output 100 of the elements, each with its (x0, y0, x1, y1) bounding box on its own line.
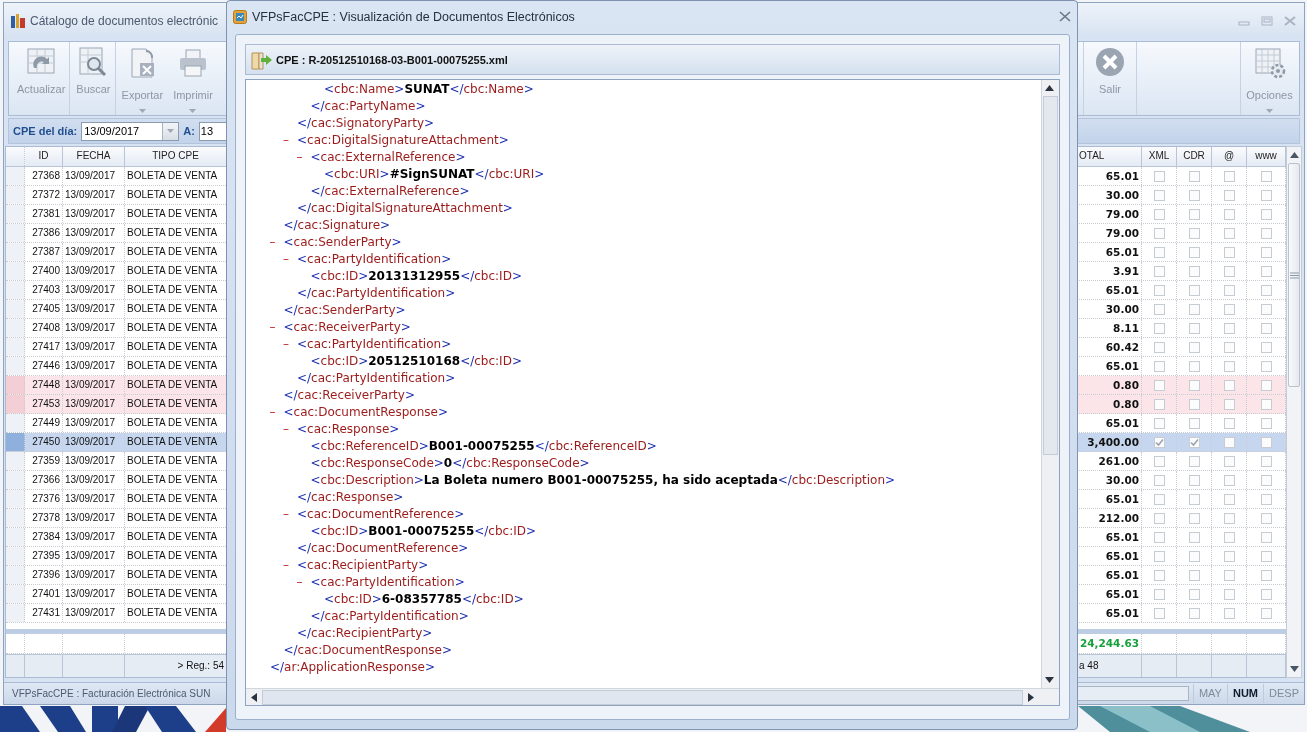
checkbox[interactable] (1223, 474, 1235, 486)
checkbox[interactable] (1223, 531, 1235, 543)
checkbox[interactable] (1223, 246, 1235, 258)
checkbox[interactable] (1260, 417, 1272, 429)
scrollbar-thumb[interactable] (1288, 163, 1300, 388)
checkbox[interactable] (1223, 493, 1235, 505)
checkbox[interactable] (1188, 550, 1200, 562)
row-header[interactable] (6, 376, 25, 395)
checkbox[interactable] (1260, 246, 1272, 258)
checkbox[interactable] (1153, 417, 1165, 429)
checkbox[interactable] (1188, 341, 1200, 353)
column-header[interactable]: XML (1142, 147, 1177, 167)
checkbox[interactable] (1223, 227, 1235, 239)
scrollbar[interactable] (1041, 80, 1059, 688)
checkbox[interactable] (1188, 170, 1200, 182)
checkbox[interactable] (1260, 569, 1272, 581)
close-icon[interactable] (1059, 11, 1071, 22)
close-icon[interactable] (1284, 15, 1296, 26)
checkbox[interactable] (1223, 360, 1235, 372)
checkbox[interactable] (1188, 246, 1200, 258)
row-header[interactable] (6, 452, 25, 471)
checkbox[interactable] (1153, 607, 1165, 619)
checkbox[interactable] (1260, 455, 1272, 467)
row-header[interactable] (6, 167, 25, 186)
checkbox[interactable] (1153, 341, 1165, 353)
checkbox[interactable] (1188, 284, 1200, 296)
checkbox[interactable] (1260, 474, 1272, 486)
checkbox[interactable] (1260, 303, 1272, 315)
checkbox[interactable] (1260, 550, 1272, 562)
checkbox[interactable] (1260, 607, 1272, 619)
checkbox[interactable] (1153, 588, 1165, 600)
checkbox[interactable] (1188, 379, 1200, 391)
checkbox[interactable] (1153, 455, 1165, 467)
checkbox[interactable] (1153, 550, 1165, 562)
row-header[interactable] (6, 433, 25, 452)
checkbox[interactable] (1260, 284, 1272, 296)
checkbox[interactable] (1153, 227, 1165, 239)
checkbox[interactable] (1153, 208, 1165, 220)
checkbox[interactable] (1260, 170, 1272, 182)
checkbox[interactable] (1188, 436, 1200, 448)
row-header[interactable] (6, 585, 25, 604)
checkbox[interactable] (1260, 493, 1272, 505)
row-header[interactable] (6, 547, 25, 566)
checkbox[interactable] (1153, 189, 1165, 201)
column-header[interactable]: CDR (1177, 147, 1212, 167)
row-header[interactable] (6, 262, 25, 281)
checkbox[interactable] (1188, 607, 1200, 619)
row-header[interactable] (6, 224, 25, 243)
checkbox[interactable] (1188, 531, 1200, 543)
checkbox[interactable] (1188, 417, 1200, 429)
row-header[interactable] (6, 357, 25, 376)
checkbox[interactable] (1188, 512, 1200, 524)
checkbox[interactable] (1153, 322, 1165, 334)
checkbox[interactable] (1188, 455, 1200, 467)
row-header[interactable] (6, 338, 25, 357)
row-header[interactable] (6, 243, 25, 262)
checkbox[interactable] (1223, 550, 1235, 562)
dropdown-button[interactable] (162, 122, 179, 140)
column-header[interactable]: @ (1212, 147, 1247, 167)
checkbox[interactable] (1223, 265, 1235, 277)
checkbox[interactable] (1260, 531, 1272, 543)
checkbox[interactable] (1188, 588, 1200, 600)
checkbox[interactable] (1260, 398, 1272, 410)
row-header[interactable] (6, 281, 25, 300)
checkbox[interactable] (1260, 189, 1272, 201)
checkbox[interactable] (1223, 208, 1235, 220)
checkbox[interactable] (1153, 569, 1165, 581)
row-header[interactable] (6, 566, 25, 585)
checkbox[interactable] (1188, 474, 1200, 486)
checkbox[interactable] (1188, 265, 1200, 277)
row-header[interactable] (6, 604, 25, 623)
row-header[interactable] (6, 319, 25, 338)
row-header[interactable] (6, 490, 25, 509)
checkbox[interactable] (1260, 227, 1272, 239)
checkbox[interactable] (1153, 303, 1165, 315)
checkbox[interactable] (1153, 493, 1165, 505)
checkbox[interactable] (1260, 588, 1272, 600)
date-field[interactable]: 13/09/2017 (81, 121, 180, 141)
checkbox[interactable] (1223, 322, 1235, 334)
row-header[interactable] (6, 300, 25, 319)
checkbox[interactable] (1260, 512, 1272, 524)
checkbox[interactable] (1223, 607, 1235, 619)
checkbox[interactable] (1153, 474, 1165, 486)
checkbox[interactable] (1223, 436, 1235, 448)
checkbox[interactable] (1153, 170, 1165, 182)
checkbox[interactable] (1223, 398, 1235, 410)
checkbox[interactable] (1223, 455, 1235, 467)
checkbox[interactable] (1260, 341, 1272, 353)
checkbox[interactable] (1188, 189, 1200, 201)
checkbox[interactable] (1223, 189, 1235, 201)
checkbox[interactable] (1153, 379, 1165, 391)
checkbox[interactable] (1260, 322, 1272, 334)
checkbox[interactable] (1188, 360, 1200, 372)
checkbox[interactable] (1153, 246, 1165, 258)
checkbox[interactable] (1188, 569, 1200, 581)
checkbox[interactable] (1223, 512, 1235, 524)
checkbox[interactable] (1260, 360, 1272, 372)
checkbox[interactable] (1188, 208, 1200, 220)
checkbox[interactable] (1188, 227, 1200, 239)
row-header[interactable] (6, 528, 25, 547)
